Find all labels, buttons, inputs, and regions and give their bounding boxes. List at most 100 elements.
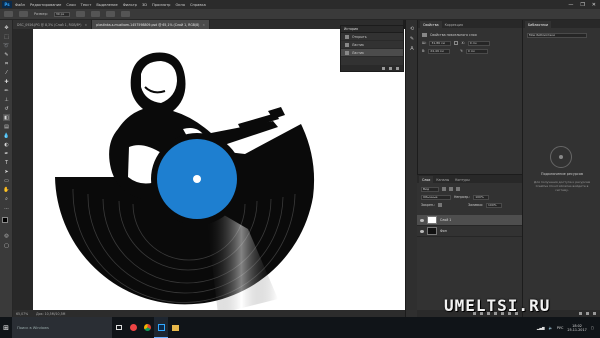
history-item[interactable]: Ластик: [341, 41, 403, 49]
history-panel-icon[interactable]: ⟲: [409, 26, 415, 32]
dodge-tool-icon[interactable]: ◐: [3, 141, 10, 148]
height-field[interactable]: 24,49 см: [428, 48, 451, 54]
y-field[interactable]: 0 см: [465, 48, 488, 54]
layer-name[interactable]: Фон: [440, 229, 447, 233]
history-brush-tool-icon[interactable]: ↺: [3, 105, 10, 112]
history-item-active[interactable]: Ластик: [341, 49, 403, 57]
tab-properties[interactable]: Свойства: [420, 21, 442, 28]
blur-tool-icon[interactable]: 💧: [3, 132, 10, 139]
shape-tool-icon[interactable]: ▭: [3, 177, 10, 184]
link-icon[interactable]: [454, 41, 459, 45]
tab-layers[interactable]: Слои: [419, 176, 434, 183]
marquee-tool-icon[interactable]: ⬚: [3, 33, 10, 40]
menu-type[interactable]: Текст: [81, 3, 92, 7]
mode-dropdown[interactable]: [75, 11, 85, 17]
tab-paths[interactable]: Контуры: [452, 176, 473, 183]
layer-row-1[interactable]: Слой 1: [417, 215, 522, 226]
layer-name[interactable]: Слой 1: [440, 218, 451, 222]
x-field[interactable]: 0 см: [467, 40, 490, 46]
quick-select-tool-icon[interactable]: ✎: [3, 51, 10, 58]
canvas-area[interactable]: [13, 29, 405, 317]
zoom-tool-icon[interactable]: ⌕: [3, 195, 10, 202]
move-tool-icon[interactable]: ✥: [3, 24, 10, 31]
windows-start-icon[interactable]: ⊞: [0, 317, 12, 338]
close-tab-icon[interactable]: ×: [202, 23, 205, 27]
trash-icon[interactable]: [593, 312, 596, 315]
eyedropper-tool-icon[interactable]: ⁄: [3, 69, 10, 76]
flow-dropdown[interactable]: [105, 11, 115, 17]
lasso-tool-icon[interactable]: ➰: [3, 42, 10, 49]
menu-select[interactable]: Выделение: [96, 3, 117, 7]
pen-tool-icon[interactable]: ✒: [3, 150, 10, 157]
close-tab-icon[interactable]: ×: [85, 23, 88, 27]
layer-row-2[interactable]: Фон: [417, 226, 522, 237]
tab-document-2[interactable]: plastinka-s-muzikom-1457598809.psd @ 65,…: [92, 20, 211, 29]
notifications-icon[interactable]: ▢: [591, 326, 594, 330]
cloud-icon[interactable]: [586, 312, 589, 315]
visibility-eye-icon[interactable]: [420, 218, 424, 222]
brush-panel-icon[interactable]: ✎: [409, 36, 415, 42]
size-field[interactable]: 30 px: [53, 11, 70, 17]
document-canvas[interactable]: [33, 29, 405, 317]
crop-tool-icon[interactable]: ⌗: [3, 60, 10, 67]
layer-filter-dropdown[interactable]: Вид: [421, 186, 439, 192]
menu-window[interactable]: Окно: [175, 3, 185, 7]
lock-icon[interactable]: [438, 203, 443, 207]
stamp-tool-icon[interactable]: ⊥: [3, 96, 10, 103]
close-button[interactable]: ✕: [592, 2, 596, 8]
hand-tool-icon[interactable]: ✋: [3, 186, 10, 193]
zoom-level[interactable]: 65,07%: [16, 312, 28, 316]
quick-mask-icon[interactable]: ◎: [3, 232, 10, 239]
tab-channels[interactable]: Каналы: [433, 176, 452, 183]
visibility-eye-icon[interactable]: [420, 229, 424, 233]
tab-libraries[interactable]: Библиотеки: [525, 21, 552, 28]
library-dropdown[interactable]: Мои библиотеки: [527, 32, 587, 38]
opacity-field[interactable]: 100%: [473, 194, 490, 200]
taskbar-search[interactable]: Поиск в Windows: [12, 317, 112, 338]
menu-edit[interactable]: Редактирование: [30, 3, 61, 7]
brush-preset-picker[interactable]: [19, 11, 28, 17]
width-field[interactable]: 31,86 см: [429, 40, 452, 46]
chrome-taskbar-icon[interactable]: [140, 317, 154, 338]
menu-layers[interactable]: Слои: [66, 3, 75, 7]
menu-view[interactable]: Просмотр: [152, 3, 170, 7]
filter-type-icon[interactable]: [456, 187, 460, 191]
menu-filter[interactable]: Фильтр: [123, 3, 137, 7]
browser-taskbar-icon[interactable]: [126, 317, 140, 338]
maximize-button[interactable]: ❐: [580, 2, 584, 8]
screen-mode-icon[interactable]: ▢: [3, 242, 10, 249]
character-panel-icon[interactable]: A: [409, 46, 415, 52]
language-indicator[interactable]: РУС: [557, 326, 563, 330]
menu-help[interactable]: Справка: [190, 3, 206, 7]
menu-3d[interactable]: 3D: [142, 3, 147, 7]
tool-preset-picker[interactable]: [4, 11, 13, 17]
airbrush-toggle[interactable]: [120, 11, 130, 17]
new-document-icon[interactable]: [382, 66, 385, 70]
menu-file[interactable]: Файл: [15, 3, 25, 7]
history-item[interactable]: Открыть: [341, 33, 403, 41]
clock[interactable]: 18:02 25.11.2017: [567, 324, 586, 332]
filter-pixel-icon[interactable]: [442, 187, 446, 191]
gradient-tool-icon[interactable]: ▤: [3, 123, 10, 130]
trash-icon[interactable]: [396, 66, 399, 70]
explorer-taskbar-icon[interactable]: [168, 317, 182, 338]
task-view-icon[interactable]: [112, 317, 126, 338]
volume-icon[interactable]: 🔈: [549, 326, 553, 330]
filter-adjust-icon[interactable]: [449, 187, 453, 191]
minimize-button[interactable]: —: [568, 2, 573, 8]
brush-tool-icon[interactable]: ✏: [3, 87, 10, 94]
history-panel-title[interactable]: История: [341, 26, 403, 33]
opacity-dropdown[interactable]: [90, 11, 100, 17]
snapshot-icon[interactable]: [389, 66, 392, 70]
foreground-color-swatch[interactable]: [2, 217, 8, 223]
eraser-tool-icon[interactable]: ◧: [3, 114, 10, 121]
add-content-icon[interactable]: [579, 312, 582, 315]
path-select-tool-icon[interactable]: ➤: [3, 168, 10, 175]
photoshop-taskbar-icon[interactable]: [154, 317, 168, 338]
type-tool-icon[interactable]: T: [3, 159, 10, 166]
tab-adjustments[interactable]: Коррекция: [442, 21, 466, 28]
blend-mode-dropdown[interactable]: Обычные: [421, 194, 451, 200]
more-tools-icon[interactable]: ···: [3, 205, 10, 212]
healing-tool-icon[interactable]: ✚: [3, 78, 10, 85]
fill-field[interactable]: 100%: [486, 202, 503, 208]
